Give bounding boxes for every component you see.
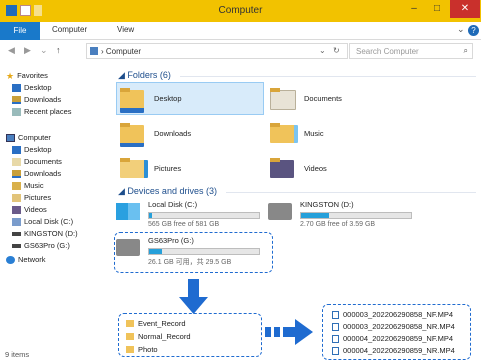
nav-gs63pro[interactable]: GS63Pro (G:) [12, 241, 70, 250]
nav-fav-downloads[interactable]: Downloads [12, 95, 61, 104]
tab-file[interactable]: File [0, 22, 40, 40]
nav-favorites[interactable]: ★ Favorites [6, 71, 48, 80]
nav-computer[interactable]: Computer [6, 133, 51, 142]
arrow-down-icon [179, 279, 208, 314]
pictures-icon [12, 193, 21, 202]
nav-downloads[interactable]: Downloads [12, 169, 61, 178]
callout-file[interactable]: 000003_202206290858_NF.MP4 [332, 310, 453, 319]
nav-local-disk[interactable]: Local Disk (C:) [12, 217, 73, 226]
downloads-icon [12, 95, 21, 104]
videos-folder-icon [270, 156, 296, 180]
video-file-icon [332, 310, 339, 319]
address-input[interactable]: › Computer ⌄ ↻ [86, 43, 348, 59]
address-dropdown-icon[interactable]: ⌄ [319, 46, 326, 55]
video-file-icon [332, 322, 339, 331]
drive-kingston[interactable]: KINGSTON (D:) 2.70 GB free of 3.59 GB [268, 200, 418, 230]
nav-videos[interactable]: Videos [12, 205, 47, 214]
forward-icon[interactable]: ▶ [24, 45, 31, 56]
folder-icon [126, 320, 134, 327]
refresh-icon[interactable]: ↻ [333, 46, 340, 55]
nav-pictures[interactable]: Pictures [12, 193, 51, 202]
folder-icon [126, 333, 134, 340]
drive-local-disk[interactable]: Local Disk (C:) 565 GB free of 581 GB [116, 200, 266, 230]
folder-desktop[interactable]: Desktop [120, 86, 182, 113]
help-icon[interactable]: ? [468, 25, 479, 36]
callout-file[interactable]: 000003_202206290858_NR.MP4 [332, 322, 455, 331]
nav-desktop[interactable]: Desktop [12, 145, 52, 154]
network-icon [6, 255, 15, 264]
back-icon[interactable]: ◀ [8, 45, 15, 56]
search-input[interactable]: Search Computer ⌕ [349, 43, 473, 59]
callout-folder-photo[interactable]: Photo [126, 345, 158, 354]
nav-music[interactable]: Music [12, 181, 44, 190]
computer-icon [90, 47, 98, 55]
desktop-folder-icon [120, 86, 146, 113]
downloads-folder-icon [120, 121, 146, 147]
close-button[interactable]: ✕ [450, 0, 480, 18]
folder-music[interactable]: Music [270, 121, 324, 145]
nav-network[interactable]: Network [6, 255, 46, 264]
callout-file[interactable]: 000004_202206290859_NR.MP4 [332, 346, 455, 355]
tab-computer[interactable]: Computer [52, 25, 87, 34]
callout-file[interactable]: 000004_202206290859_NF.MP4 [332, 334, 453, 343]
callout-folder-normal-record[interactable]: Normal_Record [126, 332, 191, 341]
breadcrumb[interactable]: › Computer [101, 47, 141, 56]
callout-folder-event-record[interactable]: Event_Record [126, 319, 186, 328]
navigation-pane: ★ Favorites Desktop Downloads Recent plac… [0, 64, 108, 350]
usb-drive-icon [12, 243, 21, 248]
up-icon[interactable]: ↑ [56, 45, 61, 55]
video-file-icon [332, 334, 339, 343]
downloads-icon [12, 169, 21, 178]
folder-documents[interactable]: Documents [270, 86, 342, 110]
music-folder-icon [270, 121, 298, 145]
nav-kingston[interactable]: KINGSTON (D:) [12, 229, 78, 238]
desktop-icon [12, 83, 21, 92]
folder-pictures[interactable]: Pictures [120, 156, 181, 180]
arrow-right-icon [265, 319, 313, 345]
ribbon: File Computer View ⌄ ? [0, 22, 481, 40]
drive-usage-bar [148, 212, 260, 219]
tab-view[interactable]: View [117, 25, 134, 34]
title-bar: Computer – □ ✕ [0, 0, 481, 22]
address-bar-row: ◀ ▶ ⌄ ↑ › Computer ⌄ ↻ Search Computer ⌕ [0, 40, 481, 62]
drives-group-header[interactable]: ◢ Devices and drives (3) [118, 186, 476, 197]
desktop-icon [12, 145, 21, 154]
status-item-count: 9 items [5, 350, 30, 359]
videos-icon [12, 205, 21, 214]
nav-documents[interactable]: Documents [12, 157, 62, 166]
drive-highlight-callout [114, 232, 273, 273]
search-icon[interactable]: ⌕ [464, 46, 468, 56]
documents-folder-icon [270, 86, 296, 110]
windows-drive-icon [116, 203, 140, 220]
minimize-button[interactable]: – [403, 0, 425, 18]
nav-fav-recent[interactable]: Recent places [12, 107, 72, 116]
documents-icon [12, 157, 21, 166]
video-file-icon [332, 346, 339, 355]
usb-drive-icon [268, 203, 292, 220]
maximize-button[interactable]: □ [426, 0, 448, 18]
nav-fav-desktop[interactable]: Desktop [12, 83, 52, 92]
recent-locations-icon[interactable]: ⌄ [40, 45, 48, 56]
star-icon: ★ [6, 70, 15, 81]
recent-places-icon [12, 107, 21, 116]
pictures-folder-icon [120, 156, 148, 180]
folder-downloads[interactable]: Downloads [120, 121, 191, 147]
folder-icon [126, 346, 134, 353]
drive-usage-bar [300, 212, 412, 219]
usb-drive-icon [12, 231, 21, 236]
expand-ribbon-icon[interactable]: ⌄ [457, 24, 465, 35]
computer-icon [6, 133, 15, 142]
folder-videos[interactable]: Videos [270, 156, 327, 180]
local-disk-icon [12, 217, 21, 226]
music-icon [12, 181, 21, 190]
folders-group-header[interactable]: ◢ Folders (6) [118, 70, 476, 81]
